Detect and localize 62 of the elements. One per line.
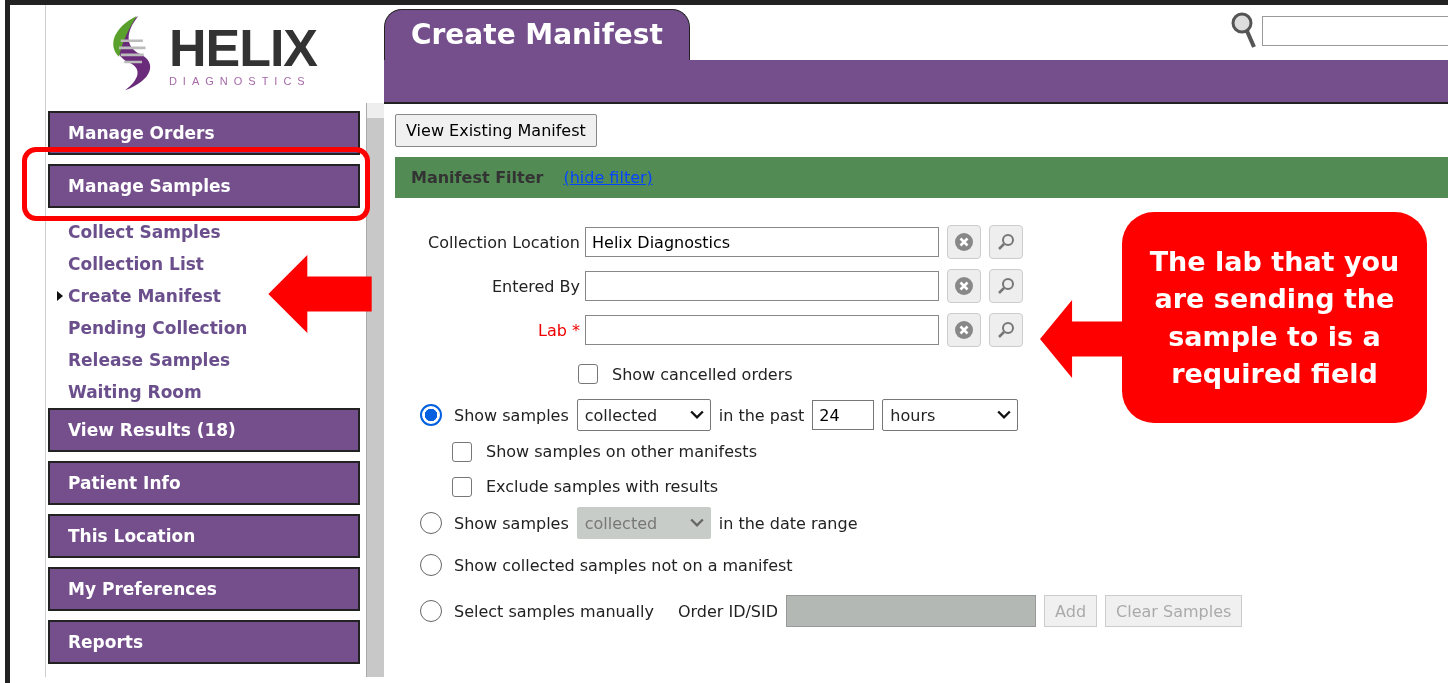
option-label: Show samples (454, 513, 569, 533)
chevron-icon (689, 410, 704, 420)
callout: The lab that you are sending the sample to is a required field (1122, 212, 1427, 423)
radio-button[interactable] (420, 554, 442, 576)
unit-dropdown[interactable]: hours (882, 399, 1019, 431)
sidebar-item[interactable]: Waiting Room (48, 376, 360, 408)
field-label: Collection Location (427, 232, 580, 252)
scrollbar[interactable] (366, 103, 384, 677)
count-field[interactable]: 24 (812, 400, 875, 430)
option-text: in the date range (718, 513, 858, 533)
clear-button[interactable] (947, 269, 981, 303)
lookup-button[interactable] (989, 313, 1023, 347)
sidebar-section[interactable]: Reports (48, 620, 360, 664)
sidebar-item[interactable]: Collection List (48, 248, 360, 280)
chevron-icon (689, 518, 704, 528)
text-field[interactable] (585, 271, 939, 301)
checkbox[interactable] (452, 441, 472, 462)
search-icon (996, 276, 1016, 296)
lookup-button[interactable] (989, 269, 1023, 303)
page-tab[interactable]: Create Manifest (384, 9, 690, 60)
sidebar-item[interactable]: Collect Samples (48, 216, 360, 248)
sidebar-section[interactable]: This Location (48, 514, 360, 558)
option-label: Select samples manually (454, 601, 654, 621)
clear-button[interactable] (947, 225, 981, 259)
clear-icon (954, 276, 974, 296)
clear-icon (954, 232, 974, 252)
radio-button[interactable] (420, 512, 442, 534)
checkbox-label: Exclude samples with results (486, 477, 718, 496)
arrow-icon (267, 255, 373, 333)
text-field[interactable] (585, 315, 939, 345)
lookup-button[interactable] (989, 225, 1023, 259)
search-field[interactable] (1262, 16, 1448, 46)
sidebar-item[interactable]: Release Samples (48, 344, 360, 376)
checkbox[interactable] (452, 476, 472, 497)
logo-tagline: DIAGNOSTICS (168, 75, 311, 87)
radio-button[interactable] (420, 404, 442, 426)
sidebar-section[interactable]: View Results (18) (48, 408, 360, 452)
option-text: in the past (718, 405, 805, 425)
sidebar-item[interactable]: Pending Collection (48, 312, 360, 344)
arrow-icon (1040, 300, 1125, 378)
text-field[interactable]: Helix Diagnostics (585, 227, 939, 257)
search-icon (996, 232, 1016, 252)
sidebar-section[interactable]: Patient Info (48, 461, 360, 505)
field-label: Entered By (490, 276, 580, 296)
logo-name: HELIX (168, 21, 318, 74)
status-dropdown[interactable]: collected (576, 399, 711, 431)
field-label: Order ID/SID (677, 601, 779, 621)
sidebar-section[interactable]: My Preferences (48, 567, 360, 611)
clear-icon (954, 320, 974, 340)
checkbox[interactable] (578, 364, 598, 384)
field-label: Lab * (537, 320, 580, 340)
sidebar-section[interactable]: Manage Samples (48, 164, 360, 208)
filter-title: Manifest Filter (411, 168, 544, 187)
search-icon[interactable] (1230, 11, 1258, 51)
option-label: Show samples (454, 405, 569, 425)
clear-button[interactable] (947, 313, 981, 347)
chevron-icon (997, 410, 1012, 420)
search-icon (996, 320, 1016, 340)
option-label: Show collected samples not on a manifest (454, 555, 793, 575)
view-existing-manifest-button[interactable]: View Existing Manifest (395, 114, 597, 147)
checkbox-label: Show samples on other manifests (486, 442, 757, 461)
checkbox-label: Show cancelled orders (612, 364, 793, 384)
